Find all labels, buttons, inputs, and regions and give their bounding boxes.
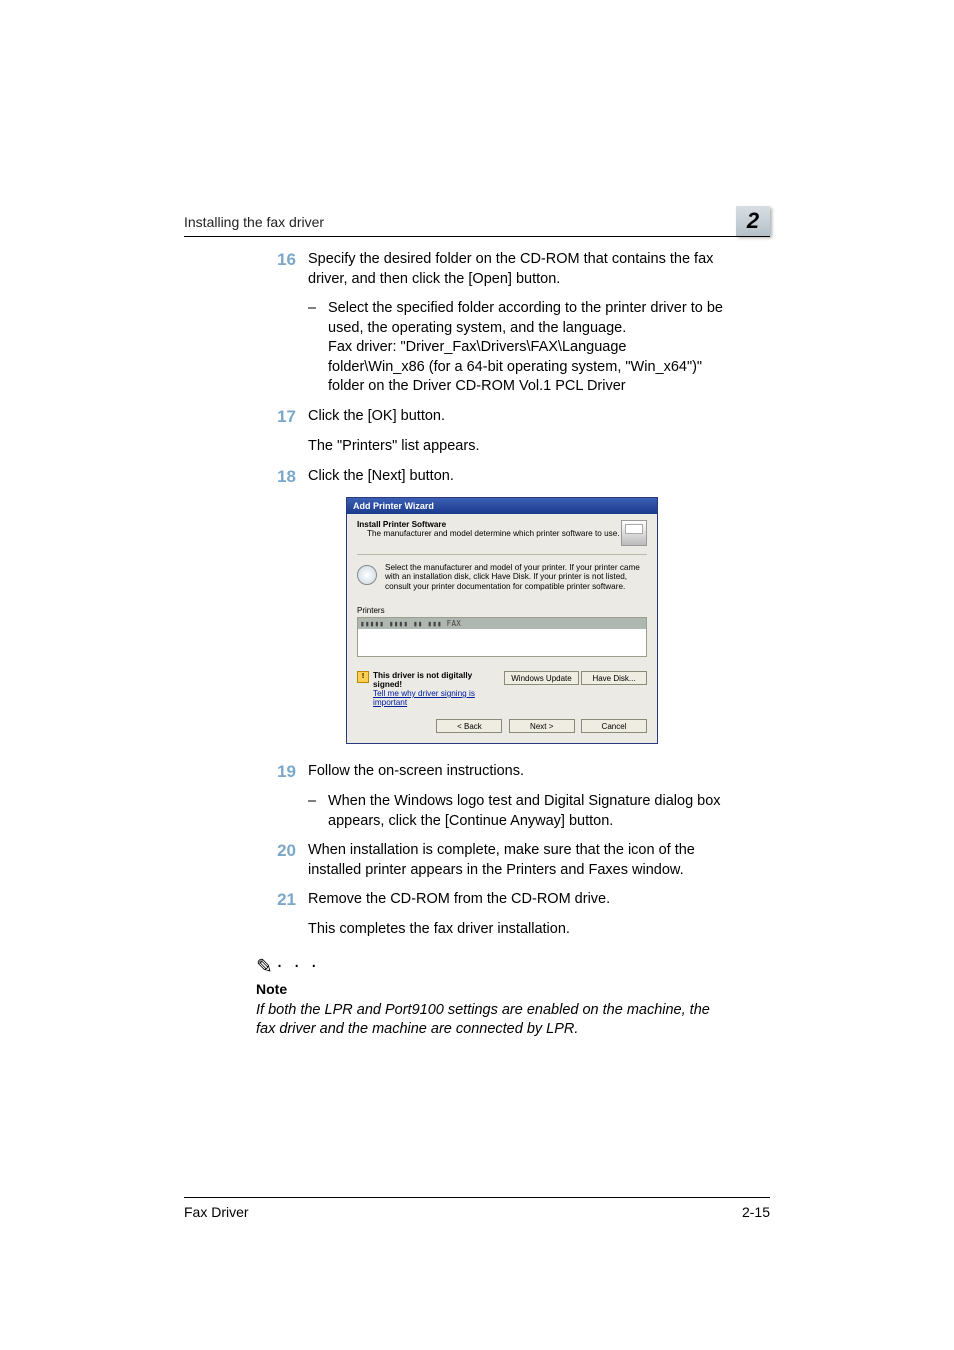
warning-text: This driver is not digitally signed! <box>373 671 500 689</box>
step-17-text: Click the [OK] button. <box>308 407 724 427</box>
step-number-18: 18 <box>256 467 308 487</box>
footer-page-number: 2-15 <box>742 1204 770 1220</box>
warning-icon: ! <box>357 671 369 683</box>
running-header: Installing the fax driver <box>184 214 324 230</box>
step-number-20: 20 <box>256 841 308 880</box>
step-16-text: Specify the desired folder on the CD-ROM… <box>308 250 724 289</box>
printers-selected-item[interactable]: ▮▮▮▮▮ ▮▮▮▮ ▮▮ ▮▮▮ FAX <box>358 618 646 629</box>
step-number-17: 17 <box>256 407 308 427</box>
note-body: If both the LPR and Port9100 settings ar… <box>256 1001 724 1040</box>
chapter-number-badge: 2 <box>736 206 770 236</box>
cancel-button[interactable]: Cancel <box>581 719 647 733</box>
footer-left: Fax Driver <box>184 1204 249 1220</box>
windows-update-button[interactable]: Windows Update <box>504 671 578 685</box>
add-printer-wizard-dialog: Add Printer Wizard Install Printer Softw… <box>346 497 658 745</box>
note-dots: . . . <box>277 950 320 972</box>
step-21-text: Remove the CD-ROM from the CD-ROM drive. <box>308 890 724 910</box>
note-title: Note <box>256 981 724 997</box>
back-button[interactable]: < Back <box>436 719 502 733</box>
dialog-description: Select the manufacturer and model of you… <box>385 563 647 593</box>
driver-signing-link[interactable]: Tell me why driver signing is important <box>373 689 500 707</box>
step-number-19: 19 <box>256 762 308 782</box>
note-pen-icon: ✎ <box>256 956 273 978</box>
next-button[interactable]: Next > <box>509 719 575 733</box>
step-17-after: The "Printers" list appears. <box>308 437 724 457</box>
step-number-21: 21 <box>256 890 308 910</box>
printers-listbox[interactable]: ▮▮▮▮▮ ▮▮▮▮ ▮▮ ▮▮▮ FAX <box>357 617 647 657</box>
dialog-titlebar: Add Printer Wizard <box>347 498 657 514</box>
step-16-subtext: Select the specified folder according to… <box>328 299 724 397</box>
have-disk-button[interactable]: Have Disk... <box>581 671 647 685</box>
step-number-16: 16 <box>256 250 308 289</box>
printers-label: Printers <box>357 606 647 615</box>
printer-icon <box>621 520 647 546</box>
step-19-text: Follow the on-screen instructions. <box>308 762 724 782</box>
step-18-text: Click the [Next] button. <box>308 467 724 487</box>
dialog-heading: Install Printer Software <box>357 520 621 529</box>
bullet-dash: – <box>308 299 328 397</box>
dialog-subheading: The manufacturer and model determine whi… <box>367 529 621 538</box>
bullet-dash: – <box>308 792 328 831</box>
cd-icon <box>357 565 377 585</box>
step-19-subtext: When the Windows logo test and Digital S… <box>328 792 724 831</box>
step-21-after: This completes the fax driver installati… <box>308 920 724 940</box>
step-20-text: When installation is complete, make sure… <box>308 841 724 880</box>
